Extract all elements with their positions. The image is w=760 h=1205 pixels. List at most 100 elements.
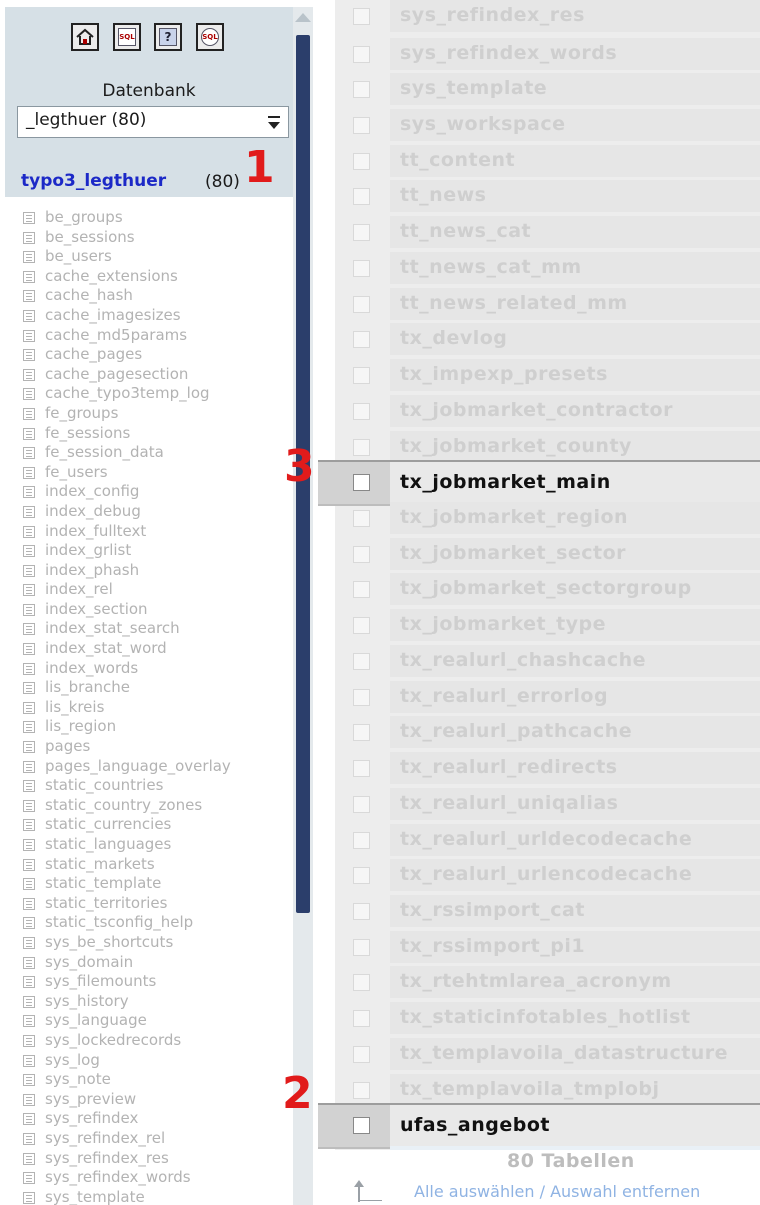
row-checkbox[interactable]: [353, 617, 370, 634]
table-row[interactable]: tx_rssimport_pi1: [318, 929, 760, 965]
nav-table-item[interactable]: fe_groups: [23, 404, 293, 424]
nav-table-item[interactable]: lis_kreis: [23, 698, 293, 718]
table-row[interactable]: tt_content: [318, 143, 760, 179]
table-name-link[interactable]: tx_rssimport_pi1: [400, 935, 585, 957]
nav-table-item[interactable]: cache_pagesection: [23, 365, 293, 385]
table-row[interactable]: tx_templavoila_datastructure: [318, 1036, 760, 1072]
nav-table-item[interactable]: fe_sessions: [23, 424, 293, 444]
database-select[interactable]: _legthuer (80): [17, 106, 289, 138]
nav-table-item[interactable]: sys_refindex_rel: [23, 1129, 293, 1149]
row-checkbox[interactable]: [353, 974, 370, 991]
table-name-link[interactable]: tt_news_related_mm: [400, 292, 628, 314]
row-checkbox[interactable]: [353, 81, 370, 98]
nav-table-item[interactable]: static_markets: [23, 855, 293, 875]
nav-table-item[interactable]: be_sessions: [23, 228, 293, 248]
nav-table-item[interactable]: index_phash: [23, 561, 293, 581]
table-name-link[interactable]: tx_staticinfotables_hotlist: [400, 1006, 691, 1028]
table-name-link[interactable]: tt_news: [400, 184, 486, 206]
nav-table-item[interactable]: static_template: [23, 874, 293, 894]
nav-table-item[interactable]: sys_note: [23, 1070, 293, 1090]
table-row[interactable]: tx_jobmarket_type: [318, 607, 760, 643]
chevron-down-icon[interactable]: [264, 113, 284, 131]
row-checkbox[interactable]: [353, 653, 370, 670]
table-row[interactable]: sys_template: [318, 71, 760, 107]
nav-table-item[interactable]: sys_filemounts: [23, 972, 293, 992]
table-name-link[interactable]: sys_workspace: [400, 113, 566, 135]
table-name-link[interactable]: tx_realurl_urldecodecache: [400, 828, 692, 850]
nav-table-item[interactable]: cache_md5params: [23, 326, 293, 346]
table-row[interactable]: tt_news_cat: [318, 214, 760, 250]
table-name-link[interactable]: sys_refindex_res: [400, 4, 585, 26]
row-checkbox[interactable]: [353, 260, 370, 277]
table-name-link[interactable]: tx_realurl_errorlog: [400, 685, 608, 707]
nav-table-item[interactable]: index_words: [23, 659, 293, 679]
row-checkbox[interactable]: [353, 296, 370, 313]
row-checkbox[interactable]: [353, 867, 370, 884]
table-name-link[interactable]: ufas_angebot: [400, 1114, 550, 1136]
table-row[interactable]: tx_rtehtmlarea_acronym: [318, 964, 760, 1000]
nav-table-item[interactable]: be_groups: [23, 208, 293, 228]
query-window-icon[interactable]: ?: [154, 23, 182, 51]
row-checkbox[interactable]: [353, 903, 370, 920]
table-name-link[interactable]: tx_devlog: [400, 327, 507, 349]
nav-table-item[interactable]: static_currencies: [23, 815, 293, 835]
table-row[interactable]: tx_jobmarket_region: [318, 500, 760, 536]
current-database-link[interactable]: typo3_legthuer: [21, 171, 166, 191]
table-row[interactable]: tx_realurl_pathcache: [318, 714, 760, 750]
table-row[interactable]: tx_impexp_presets: [318, 357, 760, 393]
nav-table-item[interactable]: cache_imagesizes: [23, 306, 293, 326]
table-name-link[interactable]: tx_templavoila_tmplobj: [400, 1078, 659, 1100]
table-name-link[interactable]: tx_jobmarket_sector: [400, 542, 626, 564]
nav-table-item[interactable]: sys_refindex: [23, 1109, 293, 1129]
nav-table-item[interactable]: sys_preview: [23, 1090, 293, 1110]
home-icon[interactable]: [71, 23, 99, 51]
table-row[interactable]: tx_realurl_errorlog: [318, 679, 760, 715]
nav-table-item[interactable]: lis_region: [23, 717, 293, 737]
table-name-link[interactable]: tx_rtehtmlarea_acronym: [400, 970, 672, 992]
nav-table-item[interactable]: index_fulltext: [23, 522, 293, 542]
nav-table-item[interactable]: static_territories: [23, 894, 293, 914]
table-name-link[interactable]: tx_realurl_chashcache: [400, 649, 646, 671]
table-row[interactable]: tx_realurl_urldecodecache: [318, 822, 760, 858]
nav-table-item[interactable]: fe_session_data: [23, 443, 293, 463]
table-name-link[interactable]: tx_realurl_uniqalias: [400, 792, 618, 814]
table-name-link[interactable]: tx_realurl_pathcache: [400, 720, 632, 742]
row-checkbox[interactable]: [353, 474, 370, 491]
nav-table-item[interactable]: sys_refindex_res: [23, 1149, 293, 1169]
row-checkbox[interactable]: [353, 188, 370, 205]
table-row[interactable]: tx_staticinfotables_hotlist: [318, 1000, 760, 1036]
nav-table-item[interactable]: sys_refindex_words: [23, 1168, 293, 1188]
nav-table-item[interactable]: static_tsconfig_help: [23, 913, 293, 933]
table-name-link[interactable]: tx_rssimport_cat: [400, 899, 585, 921]
table-row[interactable]: tx_jobmarket_contractor: [318, 393, 760, 429]
nav-table-item[interactable]: index_debug: [23, 502, 293, 522]
table-row[interactable]: tt_news: [318, 178, 760, 214]
table-row[interactable]: tt_news_cat_mm: [318, 250, 760, 286]
table-row[interactable]: tx_rssimport_cat: [318, 893, 760, 929]
nav-table-item[interactable]: index_stat_search: [23, 619, 293, 639]
nav-table-item[interactable]: static_languages: [23, 835, 293, 855]
table-name-link[interactable]: tx_impexp_presets: [400, 363, 608, 385]
nav-table-item[interactable]: pages: [23, 737, 293, 757]
row-checkbox[interactable]: [353, 796, 370, 813]
row-checkbox[interactable]: [353, 1082, 370, 1099]
row-checkbox[interactable]: [353, 224, 370, 241]
table-name-link[interactable]: sys_refindex_words: [400, 42, 617, 64]
nav-table-item[interactable]: sys_domain: [23, 953, 293, 973]
nav-table-item[interactable]: sys_template: [23, 1188, 293, 1205]
sql-query-icon[interactable]: SQL: [113, 23, 141, 51]
row-checkbox[interactable]: [353, 832, 370, 849]
table-row[interactable]: sys_refindex_res: [318, 0, 760, 34]
nav-table-item[interactable]: cache_typo3temp_log: [23, 384, 293, 404]
row-checkbox[interactable]: [353, 117, 370, 134]
nav-table-item[interactable]: index_config: [23, 482, 293, 502]
table-name-link[interactable]: tx_jobmarket_type: [400, 613, 606, 635]
table-name-link[interactable]: tx_realurl_urlencodecache: [400, 863, 692, 885]
table-name-link[interactable]: tt_news_cat: [400, 220, 531, 242]
table-row[interactable]: tx_realurl_redirects: [318, 750, 760, 786]
table-row[interactable]: tx_jobmarket_sectorgroup: [318, 571, 760, 607]
table-name-link[interactable]: tx_jobmarket_county: [400, 435, 632, 457]
row-checkbox[interactable]: [353, 1010, 370, 1027]
row-checkbox[interactable]: [353, 760, 370, 777]
nav-table-item[interactable]: cache_hash: [23, 286, 293, 306]
